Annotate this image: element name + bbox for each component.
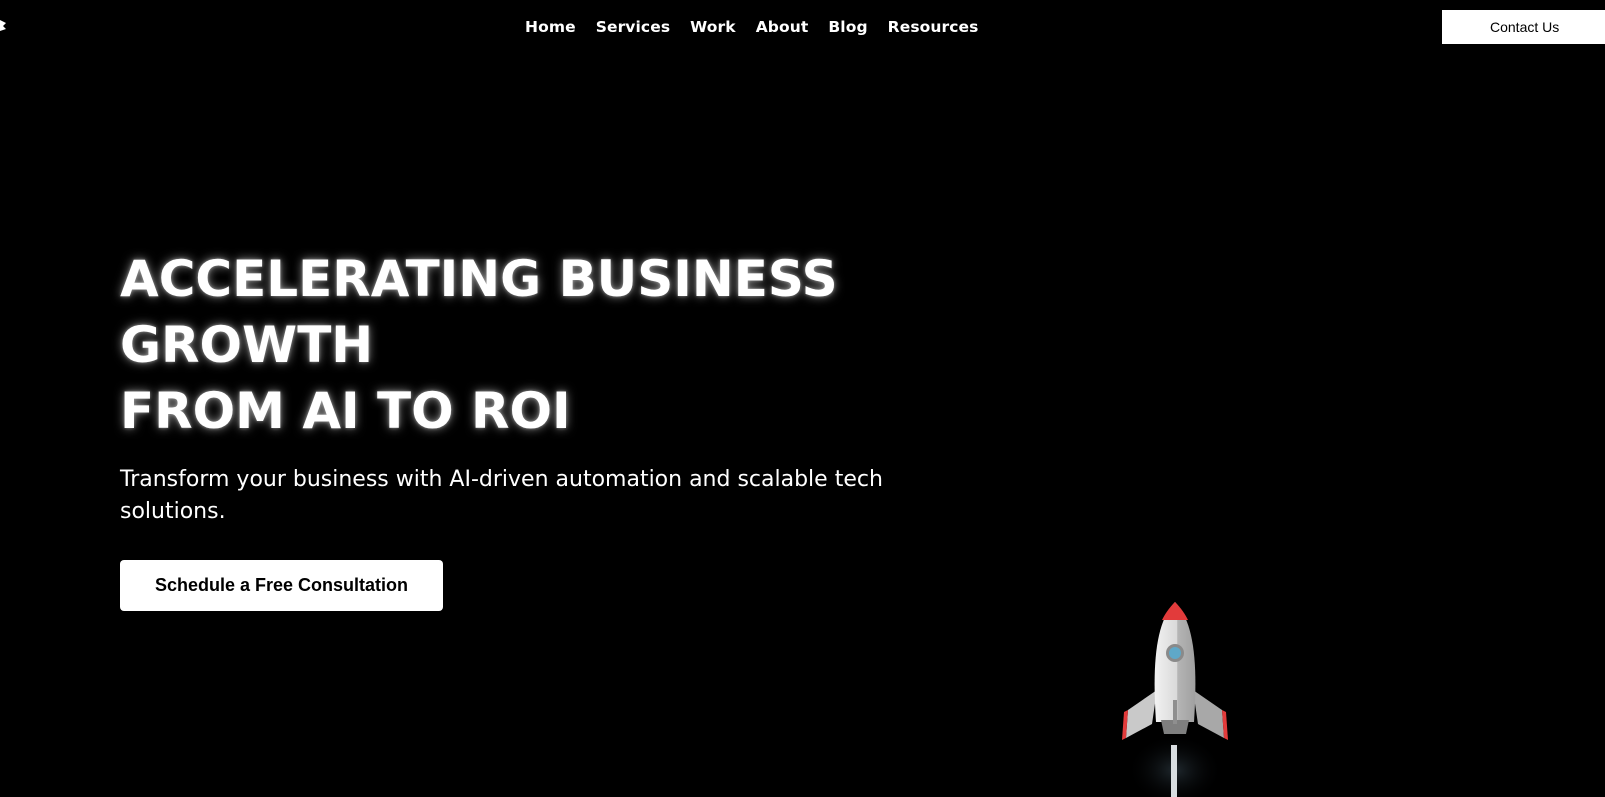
nav-item-services[interactable]: Services (596, 16, 670, 38)
schedule-consultation-button[interactable]: Schedule a Free Consultation (120, 560, 443, 611)
hero-subtitle: Transform your business with AI-driven a… (120, 467, 883, 524)
hero-title-line-1: ACCELERATING BUSINESS (120, 250, 838, 308)
rocket-icon (1122, 602, 1228, 797)
nav-item-home[interactable]: Home (525, 16, 576, 38)
nav-item-about[interactable]: About (756, 16, 809, 38)
hero-title: ACCELERATING BUSINESS GROWTH FROM AI TO … (120, 246, 940, 444)
logo-icon[interactable] (0, 18, 6, 32)
hero-title-line-2: GROWTH (120, 316, 374, 374)
contact-us-button[interactable]: Contact Us (1442, 10, 1605, 44)
nav-item-resources[interactable]: Resources (888, 16, 979, 38)
nav-item-blog[interactable]: Blog (828, 16, 867, 38)
hero-title-line-3: FROM AI TO ROI (120, 382, 571, 440)
nav-item-work[interactable]: Work (690, 16, 736, 38)
main-nav: Home Services Work About Blog Resources (525, 16, 979, 38)
